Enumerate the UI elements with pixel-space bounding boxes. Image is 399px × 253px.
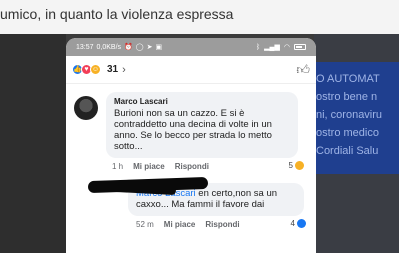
chevron-right-icon[interactable]: ›: [122, 64, 126, 76]
whatsapp-icon: ◯: [135, 44, 144, 51]
comment-time: 1 h: [112, 162, 124, 171]
comment-bubble[interactable]: Marco Lascari Burioni non sa un cazzo. E…: [106, 92, 298, 158]
like-reaction-icon: [297, 219, 306, 228]
comment-actions: 1 h Mi piace Rispondi 5: [106, 158, 306, 175]
background-left: [0, 34, 66, 253]
reply-comment: Marco Lascari en certo,non sa un caxxo..…: [66, 175, 316, 233]
comment-author[interactable]: Marco Lascari: [114, 97, 290, 106]
wifi-icon: ◠: [283, 44, 290, 51]
side-line: ni, coronaviru: [316, 109, 383, 121]
side-line: ostro bene n: [316, 91, 378, 103]
side-line: O AUTOMAT: [316, 73, 380, 85]
side-blue-panel: O AUTOMAT ostro bene n ni, coronaviru os…: [316, 62, 399, 174]
like-post-icon[interactable]: 👍︎: [296, 62, 310, 78]
reply-actions: 52 m Mi piace Rispondi 4: [128, 216, 308, 233]
like-button[interactable]: Mi piace: [133, 162, 165, 171]
reply-button[interactable]: Rispondi: [175, 162, 209, 171]
reply-time: 52 m: [136, 220, 154, 229]
bluetooth-icon: ᛒ: [255, 43, 261, 51]
signal-icon: ▂▄▆: [264, 44, 280, 51]
alarm-icon: ⏰: [124, 44, 133, 51]
article-strip: umico, in quanto la violenza espressa: [0, 0, 399, 34]
battery-icon: [294, 44, 306, 50]
side-line: ostro medico: [316, 127, 379, 139]
like-button[interactable]: Mi piace: [164, 220, 196, 229]
haha-reaction-icon: [295, 161, 304, 170]
reply-reaction-number: 4: [290, 219, 295, 228]
avatar[interactable]: [74, 96, 98, 120]
side-line: Cordiali Salu: [316, 145, 379, 157]
reaction-icons: 👍 ♥ ☺: [72, 64, 101, 75]
phone-screen: 13:57 0,0KB/s ⏰ ◯ ➤ ▣ ᛒ ▂▄▆ ◠ 👍 ♥ ☺ 31 ›…: [66, 38, 316, 253]
reply-button[interactable]: Rispondi: [205, 220, 239, 229]
comment-reaction-number: 5: [288, 161, 293, 170]
image-icon: ▣: [155, 44, 163, 51]
comment-reaction-count[interactable]: 5: [289, 161, 304, 170]
comment: Marco Lascari Burioni non sa un cazzo. E…: [66, 84, 316, 175]
reply-reaction-count[interactable]: 4: [291, 219, 306, 228]
status-speed: 0,0KB/s: [96, 43, 122, 51]
status-bar: 13:57 0,0KB/s ⏰ ◯ ➤ ▣ ᛒ ▂▄▆ ◠: [66, 38, 316, 56]
haha-reaction-icon: ☺: [90, 64, 101, 75]
article-text: umico, in quanto la violenza espressa: [0, 6, 234, 22]
send-icon: ➤: [146, 44, 153, 51]
reaction-count: 31: [107, 64, 119, 75]
status-time: 13:57: [76, 43, 94, 51]
post-reactions[interactable]: 👍 ♥ ☺ 31 › 👍︎: [66, 56, 316, 84]
comment-text: Burioni non sa un cazzo. E si è contradd…: [114, 108, 272, 152]
